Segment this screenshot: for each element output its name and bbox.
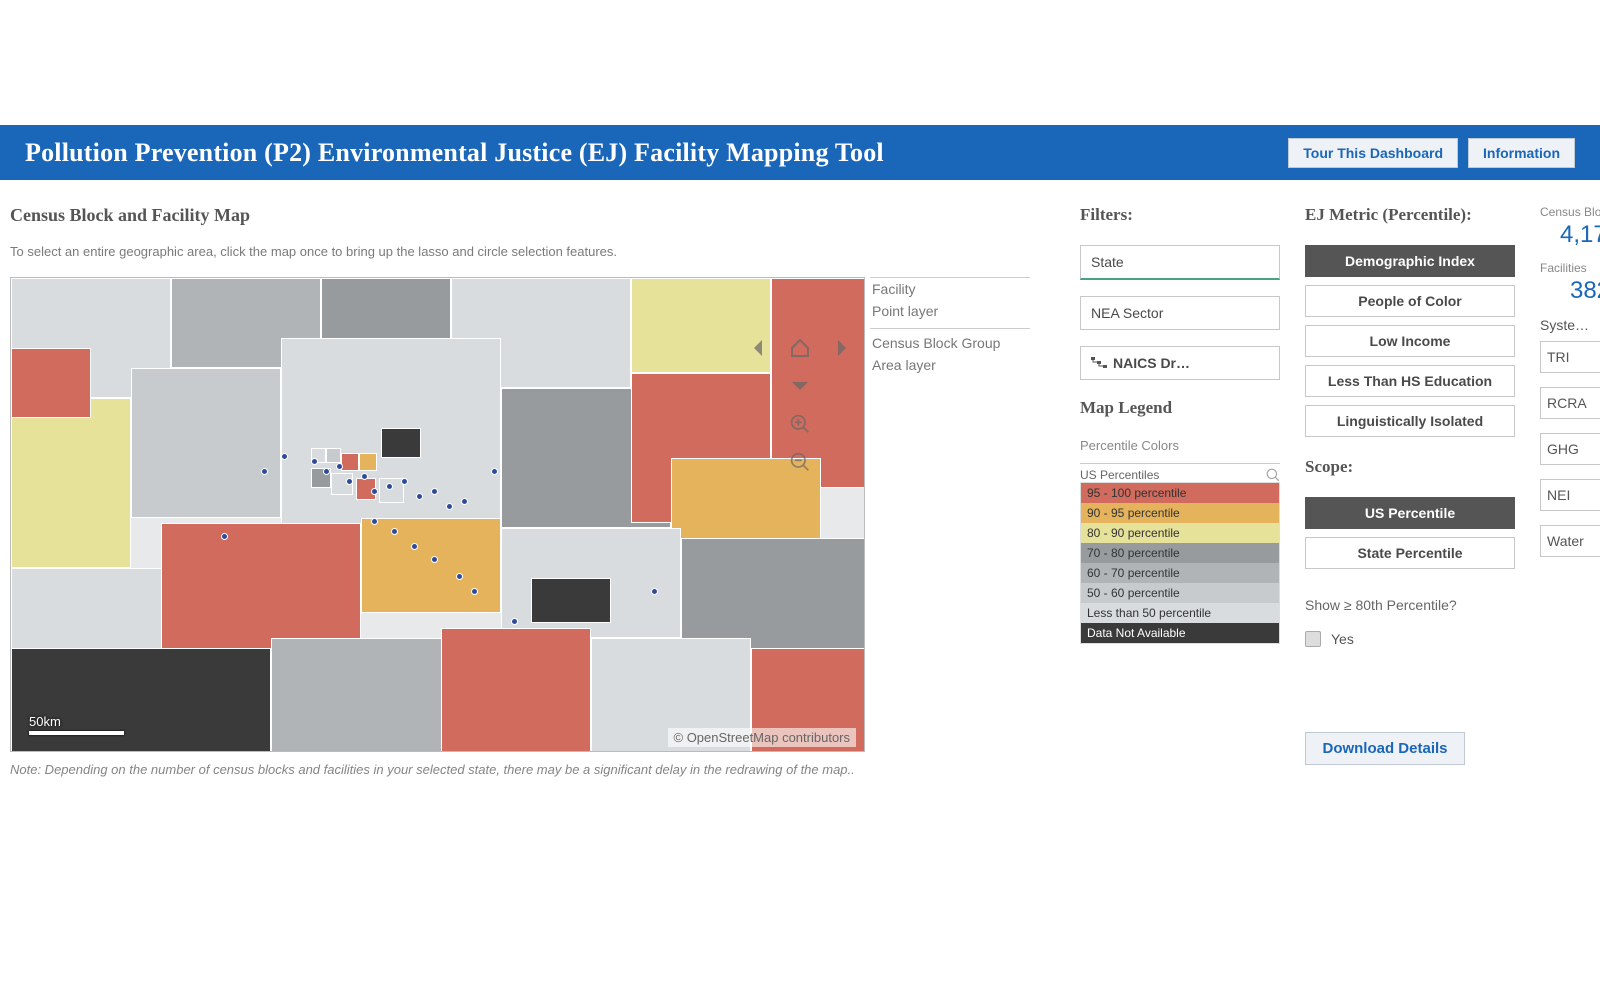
home-icon[interactable] [790, 338, 810, 358]
ej-opt-less-than-hs[interactable]: Less Than HS Education [1305, 365, 1515, 397]
system-ghg[interactable]: GHG [1540, 433, 1600, 465]
collapse-down-icon[interactable] [790, 376, 810, 396]
systems-title: Syste… [1540, 317, 1600, 333]
filters-title: Filters: [1080, 205, 1280, 225]
ej-opt-demographic-index[interactable]: Demographic Index [1305, 245, 1515, 277]
scope-state-percentile[interactable]: State Percentile [1305, 537, 1515, 569]
layer-facility-label: Facility [870, 278, 1030, 300]
legend-list: 95 - 100 percentile 90 - 95 percentile 8… [1080, 482, 1280, 644]
page-title: Pollution Prevention (P2) Environmental … [25, 138, 884, 168]
map-legend-title: Map Legend [1080, 398, 1280, 418]
legend-row: 50 - 60 percentile [1081, 583, 1279, 603]
download-details-button[interactable]: Download Details [1305, 732, 1465, 765]
show-80th-yes: Yes [1331, 631, 1354, 647]
layer-labels: Facility Point layer Census Block Group … [870, 277, 1030, 376]
legend-row: 70 - 80 percentile [1081, 543, 1279, 563]
show-80th-checkbox[interactable] [1305, 631, 1321, 647]
nav-left-icon[interactable] [748, 338, 768, 358]
stat-census-label: Census Blo… [1540, 205, 1600, 219]
legend-subtitle: Percentile Colors [1080, 438, 1280, 453]
filter-nea-sector[interactable]: NEA Sector [1080, 296, 1280, 330]
stat-facilities-label: Facilities [1540, 261, 1600, 275]
legend-row: 60 - 70 percentile [1081, 563, 1279, 583]
search-icon[interactable] [1266, 468, 1280, 482]
legend-row: Less than 50 percentile [1081, 603, 1279, 623]
scope-title: Scope: [1305, 457, 1515, 477]
system-nei[interactable]: NEI [1540, 479, 1600, 511]
layer-block-label: Census Block Group [870, 328, 1030, 354]
zoom-out-icon[interactable] [790, 452, 810, 472]
layer-facility-sub: Point layer [870, 300, 1030, 322]
ej-opt-linguistically-isolated[interactable]: Linguistically Isolated [1305, 405, 1515, 437]
show-80th-label: Show ≥ 80th Percentile? [1305, 597, 1515, 613]
census-facility-map[interactable]: 50km © OpenStreetMap contributors [10, 277, 865, 752]
ej-metric-title: EJ Metric (Percentile): [1305, 205, 1515, 225]
tour-dashboard-button[interactable]: Tour This Dashboard [1288, 138, 1458, 168]
information-button[interactable]: Information [1468, 138, 1575, 168]
filter-naics-drilldown[interactable]: NAICS Dr… [1080, 346, 1280, 380]
hierarchy-icon [1091, 357, 1107, 369]
map-attribution: © OpenStreetMap contributors [668, 728, 857, 747]
legend-row: 80 - 90 percentile [1081, 523, 1279, 543]
map-instructions: To select an entire geographic area, cli… [10, 244, 870, 259]
zoom-in-icon[interactable] [790, 414, 810, 434]
system-tri[interactable]: TRI [1540, 341, 1600, 373]
header-bar: Pollution Prevention (P2) Environmental … [0, 125, 1600, 180]
layer-block-sub: Area layer [870, 354, 1030, 376]
legend-row: 90 - 95 percentile [1081, 503, 1279, 523]
map-section-title: Census Block and Facility Map [10, 205, 870, 226]
scope-us-percentile[interactable]: US Percentile [1305, 497, 1515, 529]
legend-row: 95 - 100 percentile [1081, 483, 1279, 503]
map-scale: 50km [29, 714, 124, 735]
legend-head-label: US Percentiles [1080, 468, 1159, 482]
ej-opt-low-income[interactable]: Low Income [1305, 325, 1515, 357]
filter-state[interactable]: State [1080, 245, 1280, 280]
legend-row: Data Not Available [1081, 623, 1279, 643]
stat-census-value: 4,178 [1540, 221, 1600, 249]
stat-facilities-value: 382 [1540, 277, 1600, 305]
ej-opt-people-of-color[interactable]: People of Color [1305, 285, 1515, 317]
system-water[interactable]: Water [1540, 525, 1600, 557]
map-note: Note: Depending on the number of census … [10, 762, 870, 777]
system-rcra[interactable]: RCRA [1540, 387, 1600, 419]
nav-right-icon[interactable] [832, 338, 852, 358]
